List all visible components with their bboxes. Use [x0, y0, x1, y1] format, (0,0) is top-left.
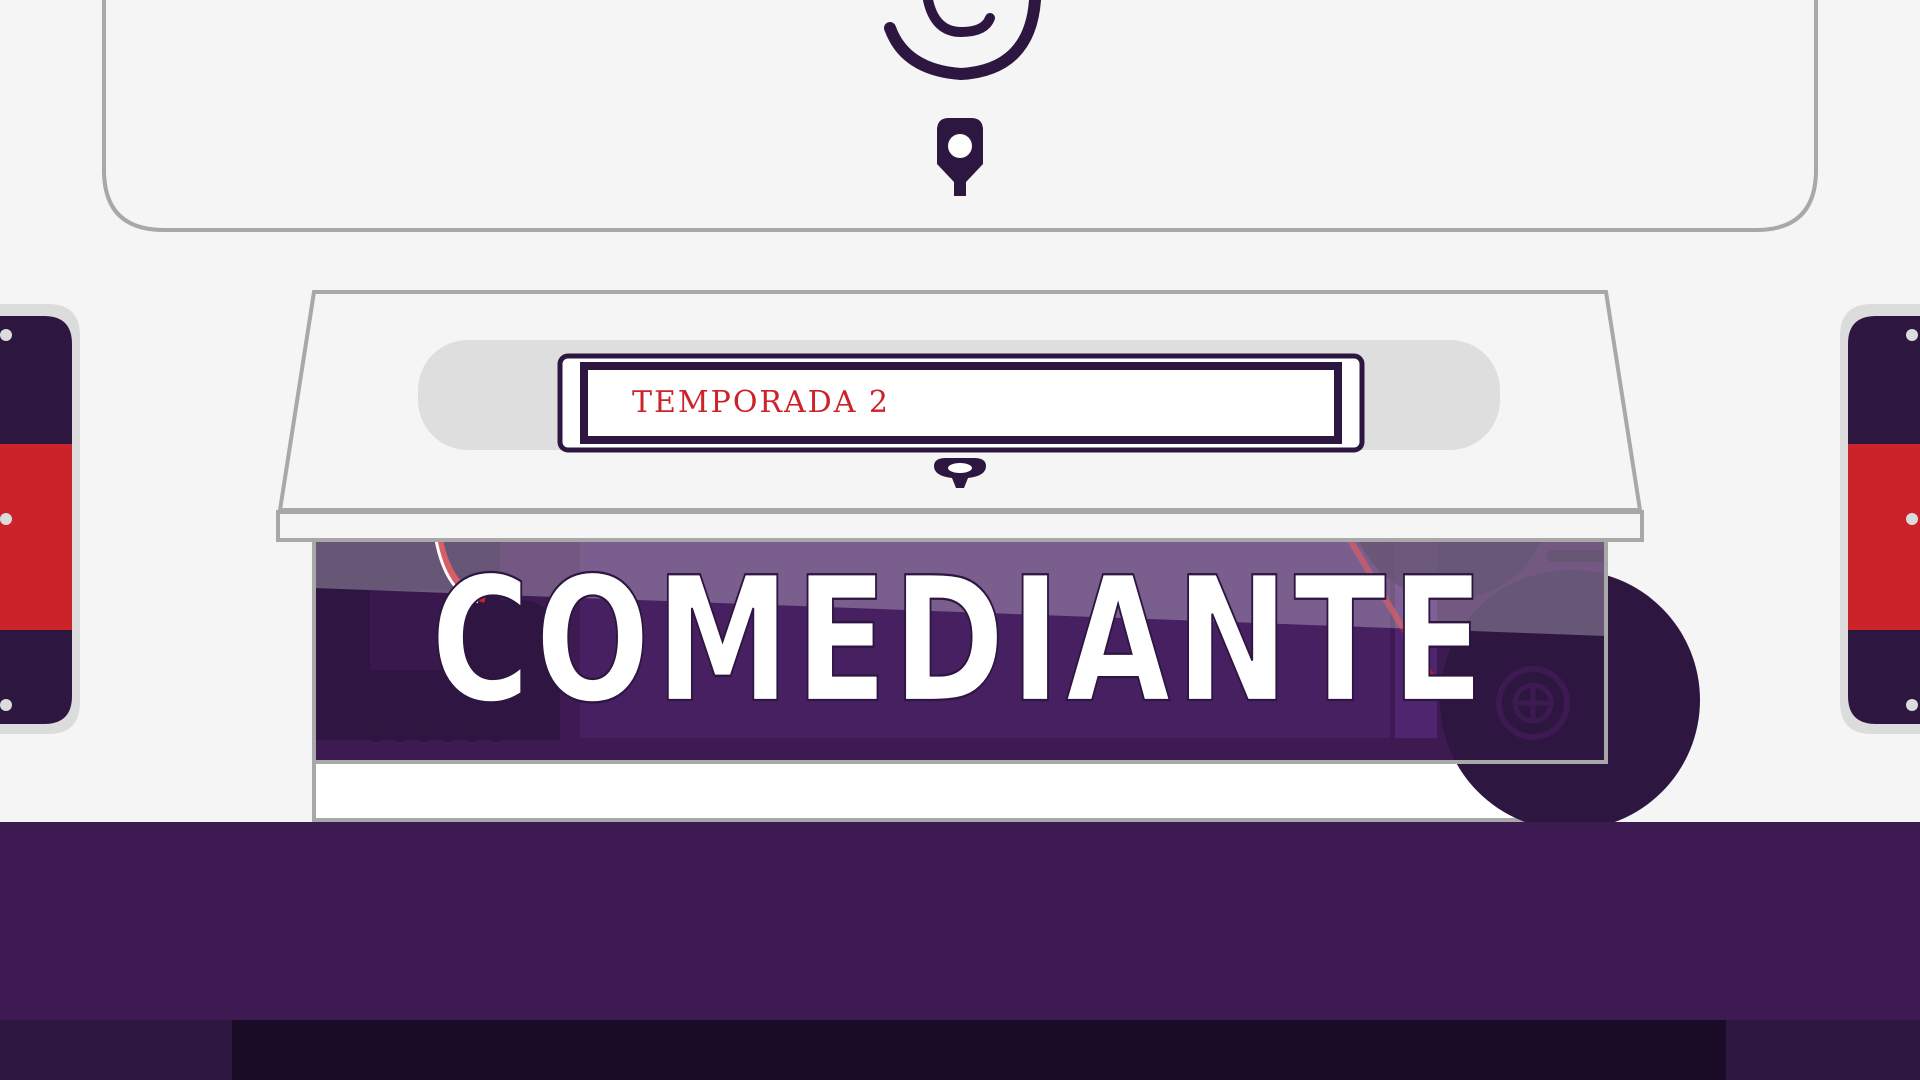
label-strip: TEMPORADA 2 — [557, 353, 1365, 453]
left-side-light — [0, 304, 80, 734]
lower-white-strip — [312, 760, 1608, 822]
base-purple — [0, 822, 1920, 1022]
bolt-dot — [0, 513, 12, 525]
bolt-dot — [1906, 699, 1918, 711]
right-side-light — [1840, 304, 1920, 734]
base-bottom-black — [232, 1020, 1726, 1080]
comediante-title-scene: COMEDIANTE TEMPORADA 2 — [0, 0, 1920, 1080]
title-text: COMEDIANTE — [431, 540, 1489, 742]
label-strip-text: TEMPORADA 2 — [632, 385, 890, 420]
bolt-dot — [1906, 513, 1918, 525]
bolt-dot — [0, 329, 12, 341]
bolt-dot — [0, 699, 12, 711]
bolt-dot — [1906, 329, 1918, 341]
